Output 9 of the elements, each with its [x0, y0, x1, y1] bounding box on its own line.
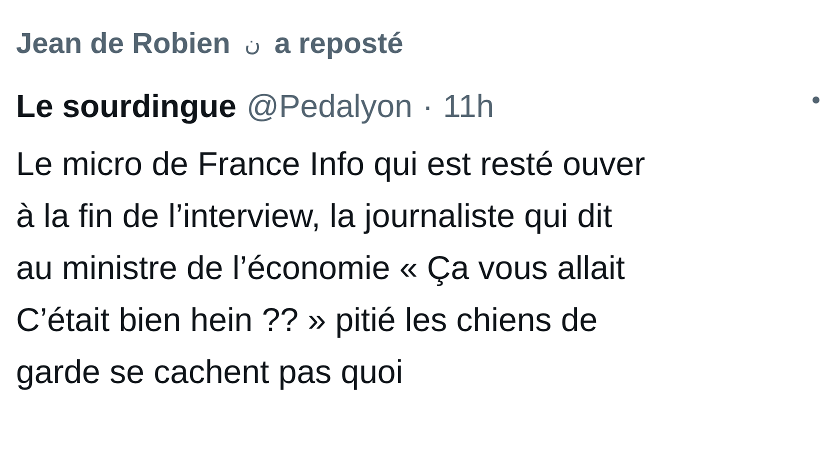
author-name[interactable]: Le sourdingue: [16, 84, 236, 128]
reposter-name[interactable]: Jean de Robien: [16, 24, 230, 64]
post-time[interactable]: 11h: [443, 84, 494, 128]
post-text: Le micro de France Info qui est resté ouver à la fin de l’interview, la journaliste qui dit au ministre de l’économie « Ça vous allait C’était bien hein ?? » pitié les chiens de garde se cachent pas quoi: [16, 144, 646, 392]
author-handle[interactable]: @Pedalyon: [246, 84, 412, 128]
repost-label: a reposté: [274, 27, 404, 62]
repost-glyph: ن: [244, 30, 260, 58]
separator-dot: ·: [422, 87, 434, 126]
more-dot-icon[interactable]: [812, 96, 820, 104]
